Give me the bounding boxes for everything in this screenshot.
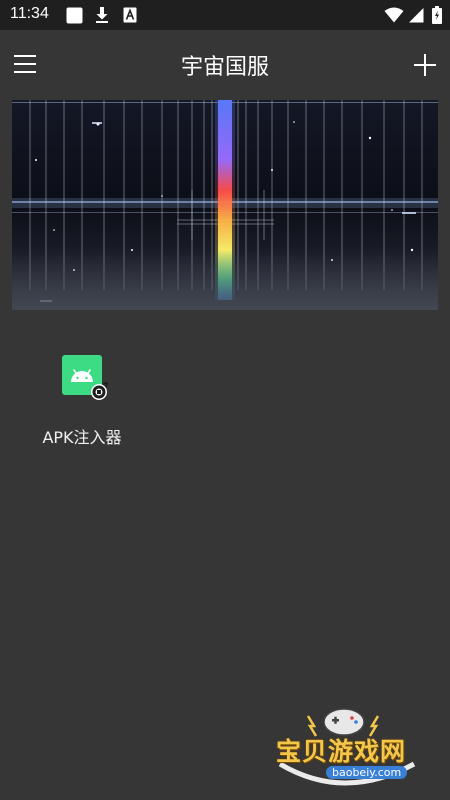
page-title: 宇宙国服 — [180, 55, 269, 80]
app-label: APK注入器 — [42, 428, 122, 447]
download-icon — [95, 6, 109, 28]
status-bar: 11:34 — [0, 0, 450, 30]
plus-icon[interactable] — [414, 54, 436, 76]
watermark-title: 宝贝游戏网 — [276, 737, 407, 766]
status-time: 11:34 — [10, 5, 49, 22]
screen: 11:34 宇宙国服 APK注入器 宝贝游戏网 baobeiy.com — [0, 0, 450, 800]
app-item-apk-injector[interactable]: APK注入器 — [30, 340, 134, 450]
android-app-icon — [61, 354, 109, 402]
font-a-icon — [123, 7, 137, 27]
toolbar: 宇宙国服 — [0, 30, 450, 100]
wifi-icon — [384, 7, 404, 27]
watermark-logo: 宝贝游戏网 baobeiy.com — [270, 702, 430, 794]
signal-icon — [408, 7, 424, 27]
banner-fade — [12, 250, 438, 310]
watermark-url: baobeiy.com — [326, 766, 408, 779]
space-banner-image — [12, 100, 438, 310]
notification-square-icon — [66, 7, 83, 28]
battery-icon — [432, 6, 442, 28]
